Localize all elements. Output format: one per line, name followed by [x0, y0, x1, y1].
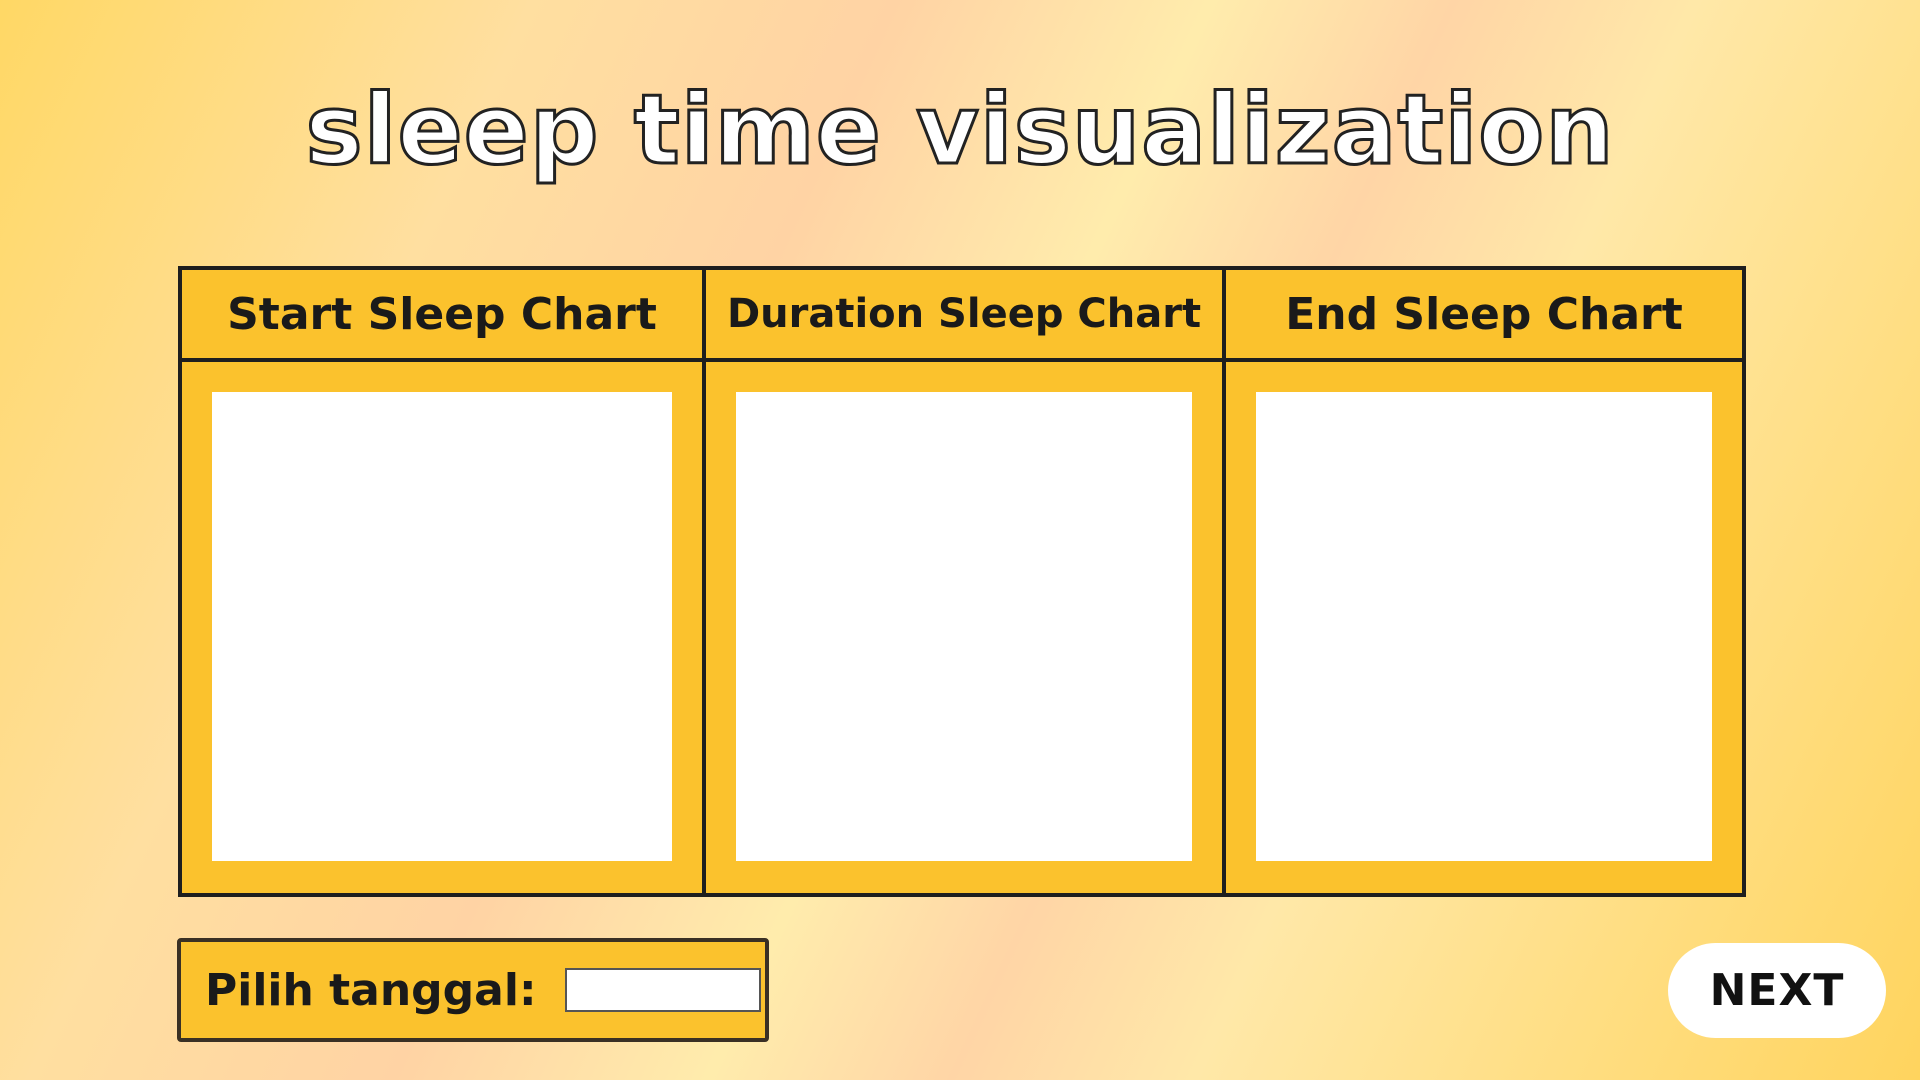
date-input[interactable]	[564, 968, 761, 1012]
end-sleep-chart-header: End Sleep Chart	[1222, 270, 1742, 362]
start-sleep-chart-header: Start Sleep Chart	[182, 270, 702, 362]
date-picker-panel: Pilih tanggal:	[177, 938, 769, 1042]
duration-sleep-chart-canvas	[736, 392, 1192, 861]
duration-sleep-chart-header: Duration Sleep Chart	[702, 270, 1222, 362]
start-sleep-chart-canvas	[212, 392, 672, 861]
date-picker-label: Pilih tanggal:	[205, 964, 537, 1016]
page-title: sleep time visualization	[304, 74, 1615, 186]
end-sleep-chart-cell	[1222, 362, 1742, 893]
charts-table: Start Sleep Chart Duration Sleep Chart E…	[178, 266, 1746, 897]
next-button[interactable]: NEXT	[1668, 943, 1886, 1038]
start-sleep-chart-cell	[182, 362, 702, 893]
duration-sleep-chart-cell	[702, 362, 1222, 893]
end-sleep-chart-canvas	[1256, 392, 1712, 861]
